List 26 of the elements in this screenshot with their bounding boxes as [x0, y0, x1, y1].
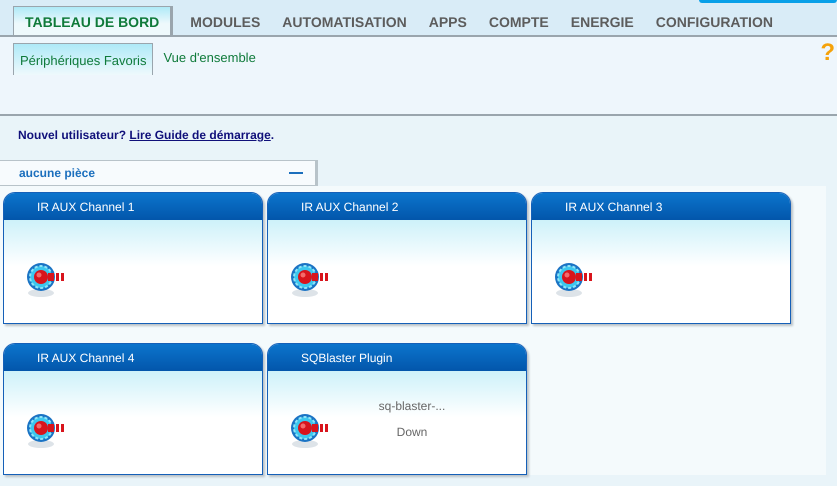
nav-tab[interactable]: APPS	[418, 7, 478, 35]
nav-tab[interactable]: ENERGIE	[560, 7, 645, 35]
device-card[interactable]: IR AUX Channel 3	[531, 192, 791, 324]
nav-tab[interactable]: COMPTE	[478, 7, 560, 35]
nav-tab[interactable]: AUTOMATISATION	[271, 7, 418, 35]
device-title: SQBlaster Plugin	[301, 350, 392, 364]
device-card[interactable]: IR AUX Channel 4	[3, 343, 263, 475]
nav-tab[interactable]: MODULES	[179, 7, 272, 35]
device-title: IR AUX Channel 1	[37, 200, 134, 214]
room-tab[interactable]: aucune pièce	[0, 160, 318, 186]
sub-tab[interactable]: Périphériques Favoris	[13, 43, 154, 75]
nav-tab[interactable]: TABLEAU DE BORD	[13, 6, 174, 35]
device-card[interactable]: SQBlaster Plugin sq-blaster-... Down	[267, 343, 527, 475]
header-button[interactable]	[699, 0, 837, 3]
device-card[interactable]: IR AUX Channel 2	[267, 192, 527, 324]
device-status: sq-blaster-...	[378, 398, 446, 412]
room-name: aucune pièce	[19, 166, 96, 180]
device-title: IR AUX Channel 3	[565, 200, 662, 214]
device-title: IR AUX Channel 4	[37, 350, 134, 364]
device-status: Down	[396, 424, 428, 438]
sub-tab[interactable]: Vue d'ensemble	[157, 43, 262, 71]
device-card[interactable]: IR AUX Channel 1	[3, 192, 263, 324]
guide-link[interactable]: Lire Guide de démarrage	[129, 128, 271, 142]
device-title: IR AUX Channel 2	[301, 200, 398, 214]
nav-tab[interactable]: CONFIGURATION	[644, 7, 784, 35]
new-user-notice: Nouvel utilisateur? Lire Guide de démarrage.	[17, 127, 276, 144]
